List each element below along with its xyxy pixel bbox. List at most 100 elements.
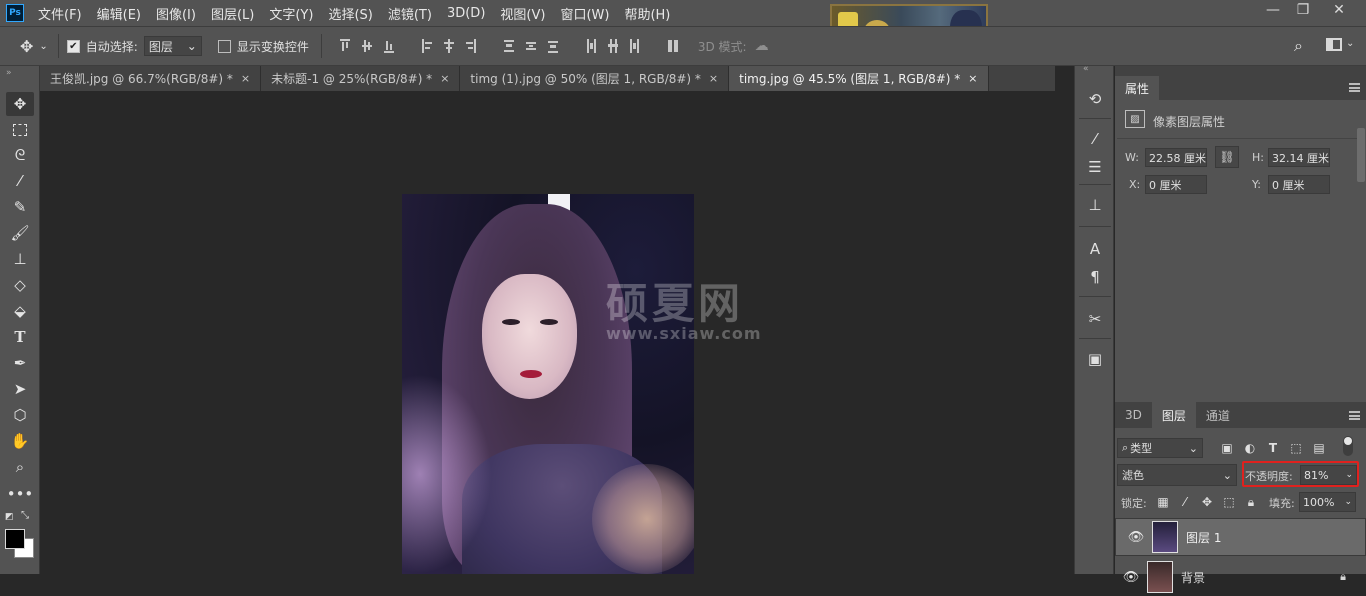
lock-position-icon[interactable]: ✥ — [1199, 494, 1215, 510]
layer-filter-dropdown[interactable]: ⌕ 类型 ⌄ — [1117, 438, 1203, 458]
align-left-icon[interactable] — [421, 39, 432, 53]
distribute-right-icon[interactable] — [629, 39, 640, 53]
show-transform-option[interactable]: 显示变换控件 — [217, 38, 309, 55]
checkbox-unchecked-icon[interactable] — [217, 39, 231, 53]
filter-shape-icon[interactable]: ⬚ — [1288, 440, 1304, 456]
brush-tool-icon[interactable]: 🖌︎ — [6, 221, 34, 245]
width-field[interactable]: 22.58 厘米 — [1145, 148, 1207, 167]
auto-align-icon[interactable] — [667, 39, 678, 53]
type-tool-icon[interactable]: T — [6, 325, 34, 349]
tab-wangjunkai[interactable]: 王俊凯.jpg @ 66.7%(RGB/8#) * × — [40, 66, 262, 91]
rect-marquee-tool-icon[interactable] — [6, 118, 34, 142]
panel-menu-icon[interactable] — [1349, 83, 1360, 92]
tool-presets-icon[interactable]: ✂ — [1083, 308, 1107, 330]
tab-properties[interactable]: 属性 — [1115, 76, 1160, 100]
menu-file[interactable]: 文件(F) — [38, 4, 82, 23]
menu-edit[interactable]: 编辑(E) — [97, 4, 141, 23]
restore-button[interactable]: ❐ — [1288, 0, 1318, 20]
panel-menu-icon[interactable] — [1349, 411, 1360, 420]
close-tab-icon[interactable]: × — [440, 72, 449, 85]
close-button[interactable]: ✕ — [1324, 0, 1354, 20]
menu-view[interactable]: 视图(V) — [500, 4, 545, 23]
close-tab-icon[interactable]: × — [709, 72, 718, 85]
filter-adjustment-icon[interactable]: ◐ — [1242, 440, 1258, 456]
magic-wand-tool-icon[interactable]: ⁄ — [6, 169, 34, 193]
move-tool-icon[interactable]: ✥ ⌄ — [20, 37, 48, 56]
navigator-icon[interactable]: ▣ — [1083, 348, 1107, 370]
tab-layers[interactable]: 图层 — [1151, 402, 1196, 428]
workspace-icon[interactable] — [1326, 38, 1342, 51]
distribute-left-icon[interactable] — [586, 39, 596, 53]
tab-3d[interactable]: 3D — [1115, 402, 1152, 428]
align-top-icon[interactable] — [339, 39, 350, 53]
collapse-dock-icon[interactable]: « — [1083, 64, 1089, 74]
eye-visibility-icon[interactable]: 👁︎ — [1126, 530, 1146, 545]
menu-help[interactable]: 帮助(H) — [624, 4, 670, 23]
properties-scrollbar[interactable] — [1357, 128, 1365, 182]
menu-type[interactable]: 文字(Y) — [269, 4, 313, 23]
menu-image[interactable]: 图像(I) — [156, 4, 196, 23]
align-bottom-icon[interactable] — [383, 39, 394, 53]
filter-toggle[interactable] — [1343, 436, 1353, 456]
search-icon[interactable]: ⌕ — [1294, 36, 1303, 56]
lasso-tool-icon[interactable]: ᘓ — [6, 143, 34, 167]
fill-field[interactable]: 100% ⌄ — [1299, 492, 1356, 512]
zoom-tool-icon[interactable]: ⌕ — [6, 455, 34, 479]
foreground-color-swatch[interactable] — [5, 529, 25, 549]
link-icon[interactable]: ⛓ — [1215, 146, 1239, 168]
clone-stamp-tool-icon[interactable]: ⊥ — [6, 247, 34, 271]
auto-select-option[interactable]: ✔ 自动选择: — [66, 38, 138, 55]
blend-mode-dropdown[interactable]: 滤色 ⌄ — [1117, 464, 1237, 486]
filter-type-icon[interactable]: T — [1265, 440, 1281, 456]
align-vcenter-icon[interactable] — [361, 39, 372, 53]
menu-select[interactable]: 选择(S) — [328, 4, 372, 23]
canvas-scrollbar[interactable] — [1055, 91, 1073, 574]
menu-3d[interactable]: 3D(D) — [447, 6, 485, 21]
adjustments-icon[interactable]: ☰ — [1083, 156, 1107, 178]
history-icon[interactable]: ⟲ — [1083, 88, 1107, 110]
tab-timg[interactable]: timg.jpg @ 45.5% (图层 1, RGB/8#) * × — [729, 66, 989, 91]
layer-row[interactable]: 👁︎ 背景 🔒︎ — [1115, 558, 1366, 596]
distribute-bottom-icon[interactable] — [547, 39, 558, 53]
default-colors-icon[interactable]: ◩ — [5, 512, 14, 522]
move-tool-icon[interactable]: ✥ — [6, 92, 34, 116]
height-field[interactable]: 32.14 厘米 — [1268, 148, 1330, 167]
clone-source-icon[interactable]: ⊥ — [1083, 194, 1107, 216]
eyedropper-tool-icon[interactable]: ✎ — [6, 195, 34, 219]
filter-pixel-icon[interactable]: ▣ — [1219, 440, 1235, 456]
filter-smart-object-icon[interactable]: ▤ — [1311, 440, 1327, 456]
menu-filter[interactable]: 滤镜(T) — [388, 4, 432, 23]
menu-layer[interactable]: 图层(L) — [211, 4, 254, 23]
character-icon[interactable]: A — [1083, 238, 1107, 260]
x-field[interactable]: 0 厘米 — [1145, 175, 1207, 194]
close-tab-icon[interactable]: × — [968, 72, 977, 85]
tab-untitled-1[interactable]: 未标题-1 @ 25%(RGB/8#) * × — [261, 66, 461, 91]
more-tools-icon[interactable]: ••• — [6, 482, 34, 506]
shape-tool-icon[interactable]: ⬡ — [6, 403, 34, 427]
align-right-icon[interactable] — [465, 39, 476, 53]
minimize-button[interactable]: — — [1258, 0, 1288, 20]
align-hcenter-icon[interactable] — [443, 39, 454, 53]
chevron-down-icon[interactable]: ⌄ — [1346, 38, 1354, 49]
tab-channels[interactable]: 通道 — [1196, 402, 1240, 428]
distribute-vcenter-icon[interactable] — [525, 39, 536, 53]
tab-timg-1[interactable]: timg (1).jpg @ 50% (图层 1, RGB/8#) * × — [460, 66, 730, 91]
menu-window[interactable]: 窗口(W) — [560, 4, 609, 23]
brush-settings-icon[interactable]: ⁄ — [1083, 128, 1107, 150]
swap-colors-icon[interactable]: ⤡ — [21, 510, 29, 521]
lock-all-icon[interactable]: 🔒︎ — [1243, 494, 1259, 510]
paint-bucket-tool-icon[interactable]: ⬙ — [6, 299, 34, 323]
hand-tool-icon[interactable]: ✋ — [6, 429, 34, 453]
distribute-top-icon[interactable] — [503, 39, 514, 53]
close-tab-icon[interactable]: × — [241, 72, 250, 85]
layer-row[interactable]: 👁︎ 图层 1 — [1115, 518, 1366, 556]
auto-select-target-dropdown[interactable]: 图层 ⌄ — [143, 36, 202, 56]
lock-artboard-icon[interactable]: ⬚ — [1221, 494, 1237, 510]
checkbox-checked-icon[interactable]: ✔ — [66, 39, 80, 53]
opacity-field[interactable]: 81% ⌄ — [1300, 465, 1357, 485]
y-field[interactable]: 0 厘米 — [1268, 175, 1330, 194]
collapse-panel-icon[interactable]: » — [6, 68, 12, 78]
paragraph-icon[interactable]: ¶ — [1083, 266, 1107, 288]
pen-tool-icon[interactable]: ✒ — [6, 351, 34, 375]
distribute-hcenter-icon[interactable] — [607, 39, 618, 53]
